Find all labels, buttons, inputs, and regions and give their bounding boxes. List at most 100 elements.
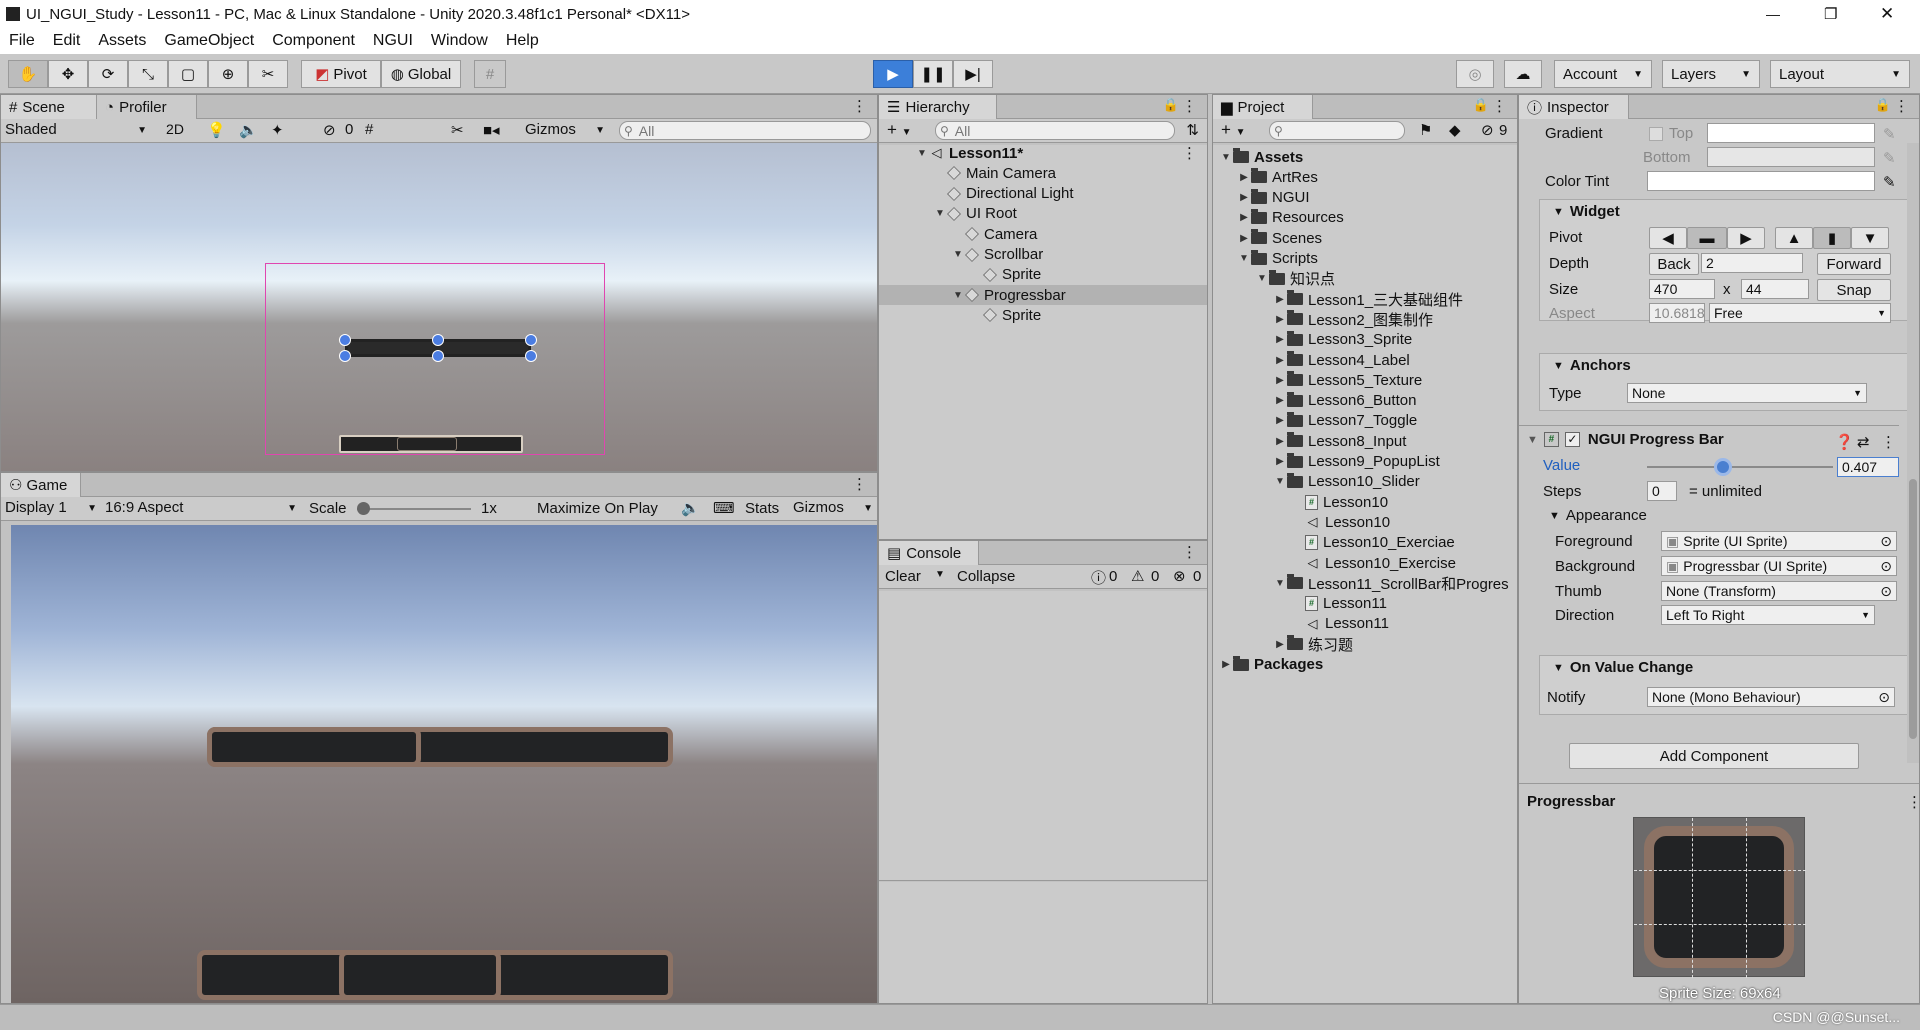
warning-icon[interactable]: ⚠: [1131, 567, 1144, 585]
add-icon[interactable]: + ▼: [887, 120, 912, 140]
handle-dot[interactable]: [525, 350, 537, 362]
fold-right-icon[interactable]: ▶: [1237, 192, 1251, 203]
project-item[interactable]: ▶ Resources: [1213, 208, 1517, 228]
background-field[interactable]: ▣ Progressbar (UI Sprite) ⊙: [1661, 556, 1897, 576]
progress-bar-header[interactable]: ▼ # ✓ NGUI Progress Bar: [1527, 431, 1724, 448]
pause-button[interactable]: ❚❚: [913, 60, 953, 88]
object-picker-icon[interactable]: ⊙: [1880, 533, 1892, 550]
object-picker-icon[interactable]: ⊙: [1880, 583, 1892, 600]
pivot-bottom-button[interactable]: ▼: [1851, 227, 1889, 249]
tab-game[interactable]: ⚇ Game: [1, 473, 81, 497]
project-item[interactable]: # Lesson11: [1213, 594, 1517, 614]
fold-right-icon[interactable]: ▶: [1273, 294, 1287, 305]
menu-window[interactable]: Window: [422, 32, 497, 50]
hierarchy-item[interactable]: ▼ Scrollbar: [879, 245, 1207, 265]
handle-dot[interactable]: [339, 334, 351, 346]
error-icon[interactable]: ⊗: [1173, 567, 1186, 585]
lighting-icon[interactable]: 💡: [207, 121, 226, 139]
panel-menu-icon[interactable]: ⋮: [1894, 97, 1909, 115]
project-item[interactable]: ▼ Assets: [1213, 147, 1517, 167]
object-picker-icon[interactable]: ⊙: [1878, 689, 1890, 706]
tab-profiler[interactable]: ◔ Profiler: [97, 95, 197, 119]
console-log-area[interactable]: [879, 591, 1207, 881]
project-item[interactable]: # Lesson10: [1213, 492, 1517, 512]
fold-down-icon[interactable]: ▼: [1273, 476, 1287, 487]
inspector-scrollbar[interactable]: [1907, 143, 1919, 763]
project-item[interactable]: ▶ Lesson6_Button: [1213, 391, 1517, 411]
hierarchy-search-input[interactable]: ⚲ All: [935, 121, 1175, 140]
clear-button[interactable]: Clear: [885, 568, 921, 585]
menu-gameobject[interactable]: GameObject: [155, 32, 263, 50]
fold-right-icon[interactable]: ▶: [1273, 395, 1287, 406]
audio-icon[interactable]: 🔈: [239, 121, 258, 139]
game-gizmos-dropdown[interactable]: Gizmos ▼: [793, 499, 873, 516]
tools-icon[interactable]: ✂: [451, 121, 464, 139]
handle-dot[interactable]: [339, 350, 351, 362]
cloud-button[interactable]: ☁: [1504, 60, 1542, 88]
fold-right-icon[interactable]: ▶: [1273, 456, 1287, 467]
eyedropper-icon[interactable]: ✎: [1883, 173, 1896, 191]
close-button[interactable]: ✕: [1880, 4, 1894, 24]
project-item[interactable]: ▶ Lesson3_Sprite: [1213, 330, 1517, 350]
hidden-objects-icon[interactable]: ⊘: [323, 121, 336, 139]
camera-icon[interactable]: ■◂: [483, 121, 500, 139]
project-item[interactable]: ◁ Lesson10: [1213, 512, 1517, 532]
menu-edit[interactable]: Edit: [44, 32, 90, 50]
project-item[interactable]: ▶ Lesson9_PopupList: [1213, 452, 1517, 472]
tab-scene[interactable]: # Scene: [1, 95, 97, 119]
pivot-center-h-button[interactable]: ▬: [1687, 227, 1727, 249]
aspect-mode-dropdown[interactable]: Free ▼: [1709, 303, 1891, 323]
transform-tool-button[interactable]: ⊕: [208, 60, 248, 88]
enabled-checkbox[interactable]: ✓: [1564, 432, 1580, 447]
project-item[interactable]: ▼ Scripts: [1213, 249, 1517, 269]
search-by-label-icon[interactable]: ◆: [1449, 121, 1461, 139]
depth-forward-button[interactable]: Forward: [1817, 253, 1891, 275]
tab-hierarchy[interactable]: ☰ Hierarchy: [879, 95, 997, 119]
gradient-bottom-color[interactable]: [1707, 147, 1875, 167]
layout-dropdown[interactable]: Layout ▼: [1770, 60, 1910, 88]
project-item[interactable]: ▶ NGUI: [1213, 188, 1517, 208]
filter-icon[interactable]: ⇅: [1186, 121, 1199, 139]
tab-project[interactable]: ▆ Project: [1213, 95, 1313, 119]
anchor-type-dropdown[interactable]: None ▼: [1627, 383, 1867, 403]
play-button[interactable]: ▶: [873, 60, 913, 88]
project-item[interactable]: ▶ Lesson8_Input: [1213, 431, 1517, 451]
handle-dot[interactable]: [432, 334, 444, 346]
scene-view[interactable]: [1, 143, 877, 471]
project-item[interactable]: ▶ Scenes: [1213, 228, 1517, 248]
minimize-button[interactable]: —: [1766, 6, 1780, 22]
color-tint-field[interactable]: [1647, 171, 1875, 191]
menu-component[interactable]: Component: [263, 32, 364, 50]
hierarchy-item[interactable]: Camera: [879, 224, 1207, 244]
tab-inspector[interactable]: ⓘ Inspector: [1519, 95, 1629, 119]
gradient-top-color[interactable]: [1707, 123, 1875, 143]
eyedropper-icon[interactable]: ✎: [1883, 149, 1896, 167]
preset-icon[interactable]: ⇄: [1857, 433, 1870, 451]
snap-button[interactable]: Snap: [1817, 279, 1891, 301]
fold-right-icon[interactable]: ▶: [1237, 212, 1251, 223]
project-item[interactable]: ▶ Lesson2_图集制作: [1213, 309, 1517, 329]
fold-down-icon[interactable]: ▼: [1273, 578, 1287, 589]
fold-right-icon[interactable]: ▶: [1273, 415, 1287, 426]
scene-menu-icon[interactable]: ⋮: [1182, 144, 1197, 162]
layers-dropdown[interactable]: Layers ▼: [1662, 60, 1760, 88]
handle-dot[interactable]: [525, 334, 537, 346]
info-icon[interactable]: ⓘ: [1091, 567, 1106, 588]
panel-menu-icon[interactable]: ⋮: [1907, 793, 1920, 811]
lock-icon[interactable]: 🔒: [1473, 97, 1489, 113]
gizmos-dropdown[interactable]: Gizmos ▼: [525, 121, 605, 138]
value-input[interactable]: 0.407: [1837, 457, 1899, 477]
maximize-on-play-toggle[interactable]: Maximize On Play: [537, 500, 658, 517]
project-item[interactable]: ▼ Lesson10_Slider: [1213, 472, 1517, 492]
project-item[interactable]: ◁ Lesson11: [1213, 614, 1517, 634]
fold-right-icon[interactable]: ▶: [1237, 172, 1251, 183]
create-icon[interactable]: + ▼: [1221, 120, 1246, 140]
fold-down-icon[interactable]: ▼: [951, 249, 965, 260]
inspector-scrollbar-thumb[interactable]: [1909, 479, 1917, 739]
step-button[interactable]: ▶|: [953, 60, 993, 88]
grid-snap-button[interactable]: #: [474, 60, 506, 88]
hierarchy-item[interactable]: Directional Light: [879, 184, 1207, 204]
size-width-input[interactable]: 470: [1649, 279, 1715, 299]
menu-assets[interactable]: Assets: [89, 32, 155, 50]
custom-tool-button[interactable]: ✂: [248, 60, 288, 88]
